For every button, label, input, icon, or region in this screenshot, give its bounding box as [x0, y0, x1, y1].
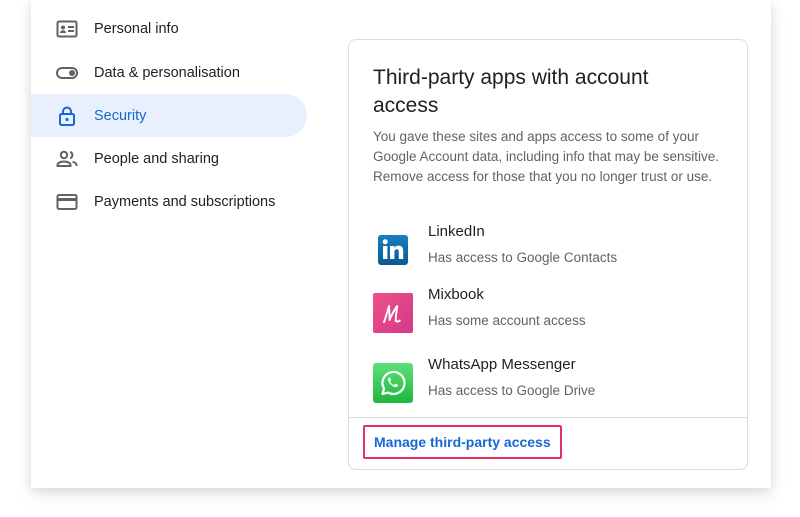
- sidebar-item-people-sharing[interactable]: People and sharing: [31, 137, 307, 180]
- third-party-apps-card: Third-party apps with account access You…: [348, 39, 748, 470]
- app-item-linkedin[interactable]: LinkedIn Has access to Google Contacts: [373, 223, 723, 273]
- app-name: Mixbook: [428, 286, 484, 303]
- sidebar-item-label: People and sharing: [94, 150, 219, 167]
- app-access-description: Has some account access: [428, 313, 586, 328]
- sidebar-item-label: Payments and subscriptions: [94, 193, 276, 210]
- card-divider: [349, 417, 747, 418]
- sidebar-item-label: Personal info: [94, 20, 179, 37]
- sidebar-item-label: Data & personalisation: [94, 64, 240, 81]
- card-description: You gave these sites and apps access to …: [373, 129, 719, 184]
- manage-third-party-access-link[interactable]: Manage third-party access: [363, 425, 562, 459]
- sidebar-item-data-personalisation[interactable]: Data & personalisation: [31, 51, 307, 94]
- sidebar-item-personal-info[interactable]: Personal info: [31, 7, 307, 50]
- app-item-mixbook[interactable]: Mixbook Has some account access: [373, 286, 723, 336]
- mixbook-logo-icon: [373, 293, 413, 333]
- app-access-description: Has access to Google Contacts: [428, 250, 618, 265]
- sidebar-item-payments-subscriptions[interactable]: Payments and subscriptions: [31, 180, 307, 223]
- credit-card-icon: [55, 190, 79, 214]
- app-name: LinkedIn: [428, 223, 485, 240]
- account-settings-window: Personal info Data & personalisation Sec…: [31, 0, 771, 488]
- app-item-whatsapp[interactable]: WhatsApp Messenger Has access to Google …: [373, 356, 723, 406]
- id-card-icon: [55, 17, 79, 41]
- whatsapp-logo-icon: [373, 363, 413, 403]
- toggle-icon: [55, 61, 79, 85]
- card-title: Third-party apps with account access: [373, 66, 649, 117]
- people-icon: [55, 147, 79, 171]
- lock-icon: [55, 104, 79, 128]
- app-name: WhatsApp Messenger: [428, 356, 576, 373]
- sidebar-item-security[interactable]: Security: [31, 94, 307, 137]
- sidebar-nav: Personal info Data & personalisation Sec…: [31, 0, 331, 488]
- linkedin-logo-icon: [373, 230, 413, 270]
- app-access-description: Has access to Google Drive: [428, 383, 596, 398]
- sidebar-item-label: Security: [94, 107, 147, 124]
